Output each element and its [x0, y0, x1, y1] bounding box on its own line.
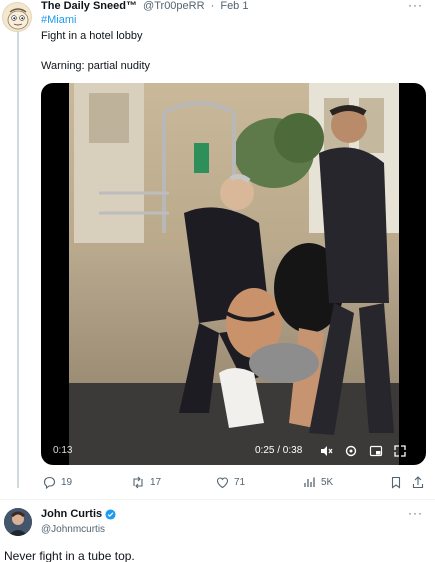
retweet-button[interactable]: 17: [131, 476, 161, 489]
settings-gear-icon[interactable]: [344, 444, 358, 458]
author-handle[interactable]: @Johnmcurtis: [41, 524, 105, 535]
bookmark-button[interactable]: [390, 476, 407, 489]
video-controls: 0:13 0:25 / 0:38: [41, 435, 426, 465]
separator-dot: ·: [210, 0, 215, 12]
author-name[interactable]: John Curtis: [41, 508, 102, 520]
tweet-text: Never fight in a tube top.: [4, 549, 135, 562]
reply-icon: [43, 476, 56, 489]
video-frame-illustration: [69, 83, 399, 465]
share-button[interactable]: [412, 476, 429, 489]
author-handle[interactable]: @Tr00peRR: [143, 0, 205, 12]
views-button[interactable]: 5K: [303, 476, 333, 489]
avatar[interactable]: [2, 2, 32, 32]
tweet-date[interactable]: Feb 1: [220, 0, 248, 12]
like-count: 71: [234, 477, 246, 488]
tweet-text-line: Fight in a hotel lobby: [41, 30, 143, 42]
thread-connector-line: [17, 30, 19, 488]
hashtag-link[interactable]: #Miami: [41, 14, 76, 26]
share-icon: [412, 476, 424, 489]
views-count: 5K: [321, 477, 334, 488]
fullscreen-icon[interactable]: [393, 444, 407, 458]
retweet-icon: [133, 476, 143, 489]
author-name[interactable]: The Daily Sneed™: [41, 0, 137, 12]
pip-icon[interactable]: [369, 444, 383, 458]
video-elapsed-overlay: 0:13: [53, 445, 73, 456]
tweet-header: The Daily Sneed™ @Tr00peRR · Feb 1: [41, 0, 248, 14]
views-icon: [304, 477, 315, 487]
tweet-actions-bar: 19 17 71 5K: [41, 476, 431, 492]
author-name-row: John Curtis: [41, 508, 116, 520]
reply-button[interactable]: 19: [43, 476, 72, 489]
retweet-count: 17: [150, 477, 162, 488]
video-player[interactable]: 0:13 0:25 / 0:38: [41, 83, 426, 465]
avatar-photo: [4, 508, 32, 536]
verified-badge-icon: [105, 508, 116, 520]
avatar[interactable]: [4, 508, 32, 536]
video-frame: [69, 83, 399, 465]
reply-count: 19: [61, 477, 73, 488]
bookmark-icon: [391, 476, 401, 489]
video-time: 0:25 / 0:38: [255, 445, 303, 456]
more-icon[interactable]: ···: [408, 0, 423, 12]
like-icon: [216, 477, 229, 489]
tweet-divider: [0, 499, 435, 500]
tweet-text-line: Warning: partial nudity: [41, 60, 151, 72]
volume-icon[interactable]: [319, 444, 333, 458]
avatar-cartoon-face: [7, 8, 29, 30]
like-button[interactable]: 71: [216, 476, 245, 489]
more-icon[interactable]: ···: [408, 506, 423, 520]
